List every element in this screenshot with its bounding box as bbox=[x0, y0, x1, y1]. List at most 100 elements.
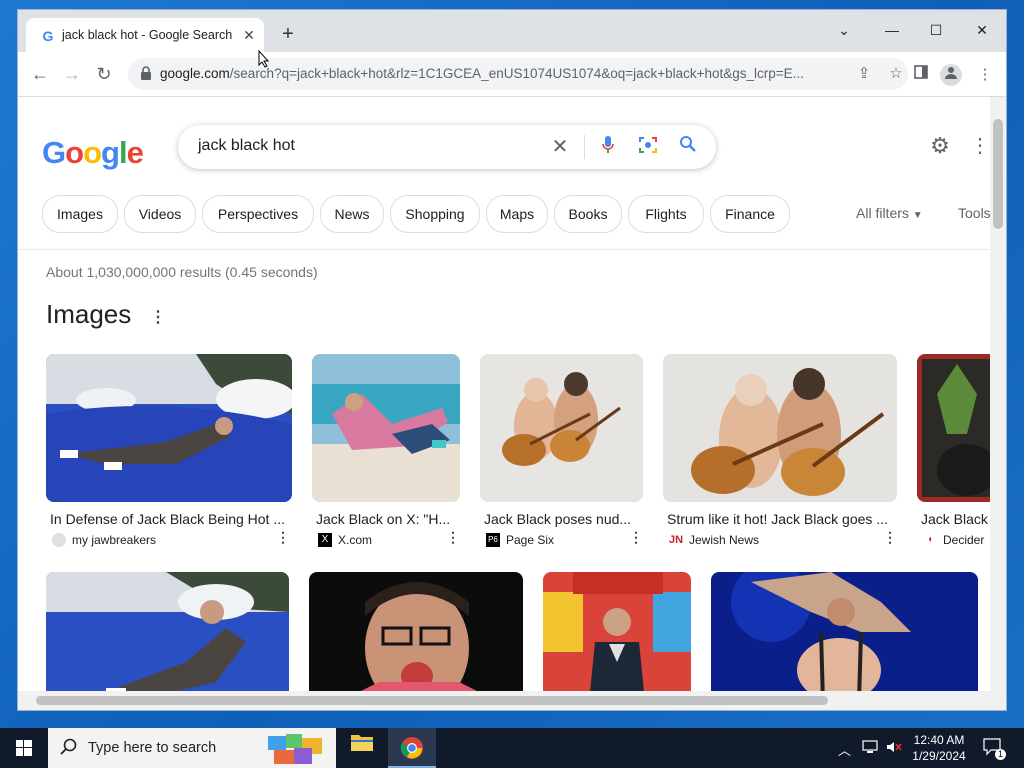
vertical-scroll-thumb[interactable] bbox=[993, 119, 1003, 229]
chip-finance[interactable]: Finance bbox=[710, 195, 790, 233]
search-box[interactable]: jack black hot ✕ bbox=[178, 125, 716, 169]
all-filters-label: All filters bbox=[856, 205, 909, 221]
mouse-cursor-icon bbox=[258, 49, 270, 73]
clock-time: 12:40 AM bbox=[913, 733, 965, 747]
image-thumbnail[interactable] bbox=[663, 354, 897, 502]
search-submit-icon[interactable] bbox=[676, 135, 700, 159]
source-favicon-icon bbox=[52, 533, 66, 547]
url-path: /search?q=jack+black+hot&rlz=1C1GCEA_enU… bbox=[229, 66, 804, 81]
network-icon[interactable] bbox=[862, 740, 878, 757]
google-apps-icon[interactable]: ⋮⋮ bbox=[970, 133, 990, 158]
jewish-news-logo-icon: JN bbox=[669, 534, 684, 546]
image-thumbnail[interactable] bbox=[711, 572, 978, 691]
forward-button[interactable]: → bbox=[58, 60, 86, 88]
page-six-logo-icon: P6 bbox=[486, 533, 500, 547]
tools-button[interactable]: Tools bbox=[958, 205, 990, 221]
chip-news[interactable]: News bbox=[320, 195, 384, 233]
image-source[interactable]: Jewish News bbox=[689, 533, 759, 547]
chip-maps[interactable]: Maps bbox=[486, 195, 548, 233]
image-thumbnail[interactable] bbox=[309, 572, 523, 691]
vertical-scrollbar[interactable] bbox=[990, 97, 1006, 691]
results-count: About 1,030,000,000 results (0.45 second… bbox=[46, 264, 318, 280]
chip-flights[interactable]: Flights bbox=[628, 195, 704, 233]
search-input[interactable]: jack black hot bbox=[198, 137, 295, 155]
image-thumbnail[interactable] bbox=[480, 354, 643, 502]
taskbar-search-icon bbox=[60, 738, 78, 761]
chip-shopping[interactable]: Shopping bbox=[390, 195, 480, 233]
minimize-button[interactable]: — bbox=[870, 16, 914, 44]
share-icon[interactable]: ⇪ bbox=[854, 64, 874, 84]
image-title[interactable]: Jack Black bbox=[921, 511, 990, 527]
chip-books[interactable]: Books bbox=[554, 195, 622, 233]
bookmark-star-icon[interactable]: ☆ bbox=[886, 64, 906, 84]
image-thumbnail[interactable] bbox=[46, 572, 289, 691]
image-more-icon[interactable]: ⋮ bbox=[629, 529, 643, 546]
chip-images[interactable]: Images bbox=[42, 195, 118, 233]
profile-avatar-icon[interactable] bbox=[940, 64, 962, 86]
image-thumbnail[interactable] bbox=[917, 354, 990, 502]
url-host: google.com bbox=[160, 66, 230, 81]
browser-tab[interactable]: G jack black hot - Google Search ✕ bbox=[26, 18, 264, 52]
google-logo[interactable]: Google bbox=[42, 135, 144, 171]
volume-muted-icon[interactable] bbox=[886, 740, 902, 757]
image-title[interactable]: Strum like it hot! Jack Black goes ... bbox=[667, 511, 893, 527]
new-tab-button[interactable]: + bbox=[276, 22, 300, 46]
decider-logo-icon: ◖ bbox=[926, 534, 934, 545]
horizontal-scroll-thumb[interactable] bbox=[36, 696, 828, 705]
clock-date: 1/29/2024 bbox=[912, 749, 966, 763]
chip-videos[interactable]: Videos bbox=[124, 195, 196, 233]
notification-count: 1 bbox=[995, 749, 1006, 760]
header-divider bbox=[18, 249, 990, 250]
file-explorer-icon[interactable] bbox=[338, 728, 386, 768]
clear-search-icon[interactable]: ✕ bbox=[548, 135, 572, 159]
image-more-icon[interactable]: ⋮ bbox=[276, 529, 290, 546]
taskbar: Type here to search ︿ 12:40 AM 1/29/2024… bbox=[0, 728, 1024, 768]
browser-window: G jack black hot - Google Search ✕ + ⌄ —… bbox=[18, 10, 1006, 710]
taskbar-search-box[interactable]: Type here to search bbox=[48, 728, 336, 768]
tab-title: jack black hot - Google Search bbox=[62, 28, 233, 42]
settings-gear-icon[interactable]: ⚙ bbox=[926, 133, 954, 159]
maximize-button[interactable]: ☐ bbox=[914, 16, 958, 44]
close-window-button[interactable]: ✕ bbox=[960, 16, 1004, 44]
show-hidden-icons-chevron-icon[interactable]: ︿ bbox=[838, 740, 851, 759]
image-title[interactable]: Jack Black poses nud... bbox=[484, 511, 639, 527]
back-button[interactable]: ← bbox=[26, 60, 54, 88]
image-source[interactable]: Decider bbox=[943, 533, 984, 547]
tab-close-icon[interactable]: ✕ bbox=[240, 26, 258, 44]
reload-button[interactable]: ↻ bbox=[90, 60, 118, 88]
notifications-icon[interactable]: 1 bbox=[982, 738, 1006, 760]
browser-menu-icon[interactable]: ⋮ bbox=[974, 64, 996, 86]
image-more-icon[interactable]: ⋮ bbox=[883, 529, 897, 546]
taskbar-clock[interactable]: 12:40 AM 1/29/2024 bbox=[908, 732, 970, 764]
horizontal-scrollbar[interactable] bbox=[18, 691, 1006, 710]
start-button[interactable] bbox=[0, 728, 48, 768]
image-thumbnail[interactable] bbox=[46, 354, 292, 502]
images-more-options-icon[interactable]: ⋮ bbox=[150, 307, 166, 327]
google-favicon-icon: G bbox=[40, 28, 56, 44]
images-section-heading: Images bbox=[46, 299, 132, 329]
chip-perspectives[interactable]: Perspectives bbox=[202, 195, 314, 233]
image-more-icon[interactable]: ⋮ bbox=[446, 529, 460, 546]
image-title[interactable]: In Defense of Jack Black Being Hot ... bbox=[50, 511, 290, 527]
dropdown-arrow-icon: ▼ bbox=[912, 210, 923, 221]
taskbar-search-placeholder: Type here to search bbox=[88, 740, 217, 756]
voice-search-icon[interactable] bbox=[596, 135, 620, 159]
image-thumbnail[interactable] bbox=[312, 354, 460, 502]
lens-search-icon[interactable] bbox=[636, 135, 660, 159]
browser-toolbar: ← → ↻ google.com/search?q=jack+black+hot… bbox=[18, 52, 1006, 97]
image-source[interactable]: Page Six bbox=[506, 533, 554, 547]
lock-icon[interactable] bbox=[140, 66, 154, 82]
side-panel-icon[interactable] bbox=[910, 64, 932, 86]
chrome-taskbar-icon[interactable] bbox=[388, 728, 436, 768]
tab-favicon-letter: G bbox=[42, 28, 54, 44]
tab-search-chevron-icon[interactable]: ⌄ bbox=[822, 16, 866, 44]
all-filters-button[interactable]: All filters ▼ bbox=[856, 205, 923, 221]
x-logo-icon: X bbox=[318, 533, 332, 547]
image-source[interactable]: X.com bbox=[338, 533, 372, 547]
image-title[interactable]: Jack Black on X: "H... bbox=[316, 511, 456, 527]
address-bar[interactable]: google.com/search?q=jack+black+hot&rlz=1… bbox=[128, 58, 908, 90]
image-source[interactable]: my jawbreakers bbox=[72, 533, 156, 547]
search-box-divider bbox=[584, 135, 585, 159]
search-results-page: Google jack black hot ✕ ⚙ ⋮⋮ Images Vide… bbox=[18, 97, 990, 691]
image-thumbnail[interactable] bbox=[543, 572, 691, 691]
